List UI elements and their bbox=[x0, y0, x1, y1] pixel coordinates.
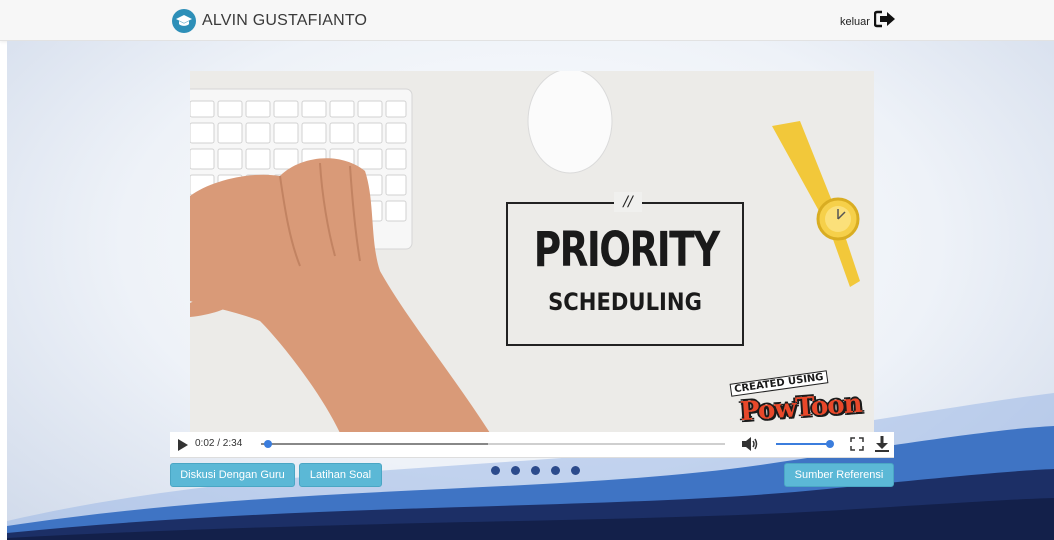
time-display: 0:02 / 2:34 bbox=[195, 438, 243, 449]
play-icon[interactable] bbox=[178, 438, 188, 451]
title-slashes: // bbox=[614, 192, 642, 212]
pager-dot[interactable] bbox=[511, 466, 520, 475]
video-title-card: // PRIORITY SCHEDULING bbox=[506, 192, 744, 346]
user-brand: ALVIN GUSTAFIANTO bbox=[172, 9, 367, 33]
logout-label: keluar bbox=[840, 15, 870, 28]
practice-questions-button[interactable]: Latihan Soal bbox=[299, 463, 382, 487]
volume-icon[interactable] bbox=[742, 437, 758, 451]
seek-knob[interactable] bbox=[264, 440, 273, 448]
video-controls: 0:02 / 2:34 bbox=[170, 432, 894, 458]
volume-knob[interactable] bbox=[826, 440, 834, 448]
pager-dot[interactable] bbox=[531, 466, 540, 475]
graduation-cap-icon bbox=[172, 9, 196, 33]
video-title-sub: SCHEDULING bbox=[548, 288, 702, 316]
pager-dot[interactable] bbox=[491, 466, 500, 475]
discuss-with-teacher-button[interactable]: Diskusi Dengan Guru bbox=[170, 463, 295, 487]
fullscreen-icon[interactable] bbox=[850, 437, 864, 451]
buffer-bar bbox=[261, 443, 489, 445]
powtoon-badge: CREATED USING PowToon bbox=[726, 370, 862, 429]
download-icon[interactable] bbox=[875, 436, 889, 452]
pager-dot[interactable] bbox=[571, 466, 580, 475]
badge-brand-text: PowToon bbox=[739, 388, 863, 428]
seek-bar[interactable] bbox=[261, 440, 725, 448]
sign-out-icon bbox=[873, 10, 896, 33]
volume-slider[interactable] bbox=[776, 440, 834, 448]
video-player[interactable]: // PRIORITY SCHEDULING CREATED USING Pow… bbox=[190, 71, 874, 433]
pager-dots bbox=[491, 466, 591, 475]
reference-sources-button[interactable]: Sumber Referensi bbox=[784, 463, 894, 487]
logout-link[interactable]: keluar bbox=[840, 10, 896, 33]
user-name: ALVIN GUSTAFIANTO bbox=[202, 12, 368, 29]
video-title-main: PRIORITY bbox=[533, 222, 721, 278]
top-bar: ALVIN GUSTAFIANTO keluar bbox=[0, 0, 1054, 41]
pager-dot[interactable] bbox=[551, 466, 560, 475]
